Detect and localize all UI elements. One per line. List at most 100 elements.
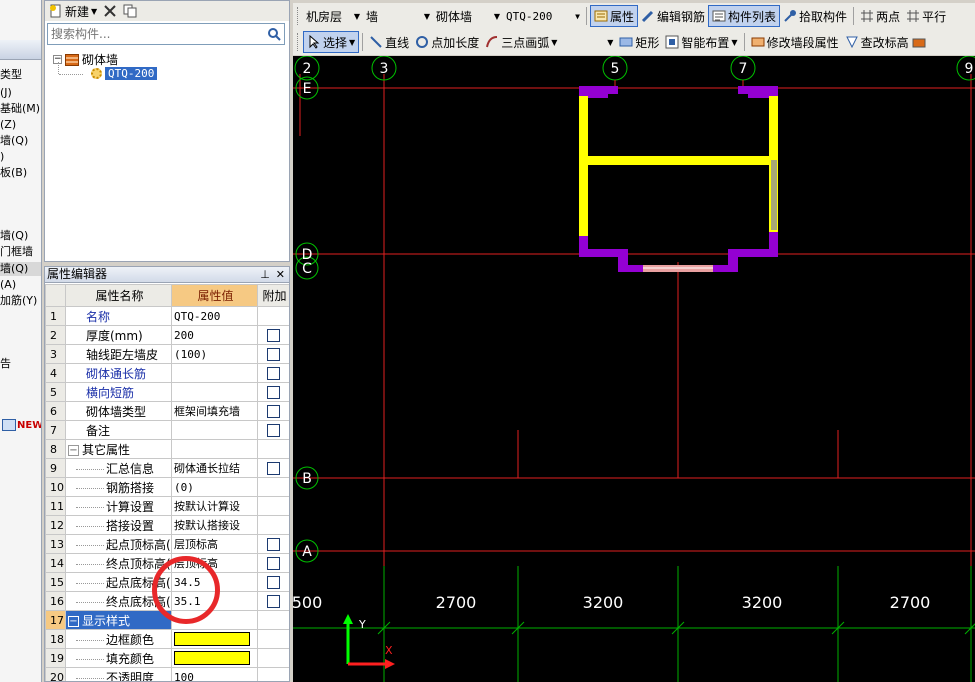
nav-item-masonry-wall[interactable]: 墙(Q) [0,262,41,276]
delete-icon[interactable] [103,4,117,18]
attach-checkbox[interactable] [267,538,280,551]
property-value[interactable]: 100 [171,667,258,681]
modify-wall-segment-button[interactable]: 修改墙段属性 [748,31,842,53]
table-row[interactable]: 20 不透明度 100 [45,667,289,681]
property-extra[interactable] [257,553,289,573]
property-value[interactable]: 按默认计算设 [171,496,258,516]
table-row[interactable]: 12 搭接设置 按默认搭接设 [45,515,289,535]
attach-checkbox[interactable] [267,367,280,380]
attach-checkbox[interactable] [267,329,280,342]
nav-item-report[interactable]: 告 [0,357,11,371]
table-row[interactable]: 19 填充颜色 [45,648,289,668]
smart-layout-button[interactable]: 智能布置 ▼ [662,31,740,53]
table-row[interactable]: 1 名称 QTQ-200 [45,306,289,326]
table-row[interactable]: 2 厚度(mm) 200 [45,325,289,345]
nav-item-j[interactable]: (J) [0,86,12,100]
two-points-button[interactable]: 两点 [857,5,903,27]
table-row[interactable]: 3 轴线距左墙皮 (100) [45,344,289,364]
border-color-swatch[interactable] [174,632,250,646]
attach-checkbox[interactable] [267,595,280,608]
property-value[interactable]: 200 [171,325,258,345]
arc-mode-select[interactable]: ▼ [560,32,616,52]
collapse-icon[interactable]: − [68,444,79,456]
table-row-selected[interactable]: 17 − 显示样式 [45,610,289,630]
nav-item-column[interactable]: (Z) [0,118,16,132]
table-row[interactable]: 7 备注 [45,420,289,440]
fill-color-swatch[interactable] [174,651,250,665]
subtype-select[interactable]: 砌体墙 ▼ [433,6,503,26]
property-value[interactable]: 砌体通长拉结 [171,458,258,478]
drawing-canvas[interactable]: 2 3 5 7 9 E D C B A 500 2700 3200 3200 2… [293,56,975,682]
floor-select[interactable]: 机房层 ▼ [303,6,363,26]
nav-item-foundation[interactable]: 基础(M) [0,102,40,116]
attach-checkbox[interactable] [267,462,280,475]
table-row[interactable]: 18 边框颜色 [45,629,289,649]
property-extra[interactable] [257,325,289,345]
tree-item-qtq-200[interactable]: QTQ-200 [91,67,158,80]
nav-item-slab[interactable]: 板(B) [0,166,27,180]
border-color-value[interactable] [171,629,258,649]
property-value[interactable]: 34.5 [171,572,258,592]
property-extra-header[interactable]: 附加 [257,284,289,307]
tree-category-masonry-wall[interactable]: − 砌体墙 [53,51,118,68]
property-extra[interactable] [257,382,289,402]
attach-checkbox[interactable] [267,557,280,570]
attach-checkbox[interactable] [267,576,280,589]
more-tools-icon[interactable] [912,35,926,49]
nav-item-wall-2[interactable]: 墙(Q) [0,229,28,243]
nav-item-a[interactable]: (A) [0,278,16,292]
select-button[interactable]: 选择 ▼ [303,31,360,53]
property-extra[interactable] [257,401,289,421]
rectangle-button[interactable]: 矩形 [616,31,662,53]
property-value[interactable] [171,363,258,383]
attach-checkbox[interactable] [267,348,280,361]
close-icon[interactable]: ✕ [276,267,285,282]
table-row[interactable]: 14 终点顶标高( 层顶标高 [45,553,289,573]
fill-color-value[interactable] [171,648,258,668]
property-value-header[interactable]: 属性值 [171,284,258,307]
table-row[interactable]: 10 钢筋搭接 (0) [45,477,289,497]
three-point-arc-button[interactable]: 三点画弧 ▼ [482,31,560,53]
pick-component-button[interactable]: 拾取构件 [780,5,850,27]
table-row[interactable]: 16 终点底标高( 35.1 [45,591,289,611]
table-row[interactable]: 6 砌体墙类型 框架间填充墙 [45,401,289,421]
table-row[interactable]: 13 起点顶标高( 层顶标高 [45,534,289,554]
property-value[interactable]: (0) [171,477,258,497]
nav-item-reinforcement[interactable]: 加筋(Y) [0,294,37,308]
table-row-group[interactable]: 8 − 其它属性 [45,439,289,459]
toolbar-grip[interactable] [297,7,300,25]
attach-checkbox[interactable] [267,386,280,399]
edit-rebar-button[interactable]: 编辑钢筋 [638,5,708,27]
property-extra[interactable] [257,363,289,383]
property-value[interactable]: QTQ-200 [171,306,258,326]
property-value[interactable]: (100) [171,344,258,364]
property-value[interactable]: 35.1 [171,591,258,611]
parallel-button[interactable]: 平行 [903,5,949,27]
property-name-header[interactable]: 属性名称 [65,284,172,307]
table-row[interactable]: 15 起点底标高( 34.5 [45,572,289,592]
table-row[interactable]: 5 横向短筋 [45,382,289,402]
component-list-button[interactable]: 构件列表 [708,5,781,27]
pin-icon[interactable]: ⊥ [260,267,270,282]
nav-item-misc[interactable]: ) [0,150,4,164]
table-row[interactable]: 9 汇总信息 砌体通长拉结 [45,458,289,478]
property-value[interactable] [171,420,258,440]
nav-item-type[interactable]: 类型 [0,68,22,82]
properties-button[interactable]: 属性 [590,5,639,27]
property-extra[interactable] [257,534,289,554]
property-extra[interactable] [257,458,289,478]
copy-icon[interactable] [123,4,137,18]
search-button[interactable] [264,24,284,44]
check-elevation-button[interactable]: 查改标高 [842,31,912,53]
property-value[interactable]: 层顶标高 [171,553,258,573]
property-extra[interactable] [257,591,289,611]
attach-checkbox[interactable] [267,424,280,437]
toolbar-grip[interactable] [297,33,300,51]
property-value[interactable] [171,382,258,402]
collapse-icon[interactable]: − [68,615,79,627]
point-length-button[interactable]: 点加长度 [412,31,482,53]
property-extra[interactable] [257,420,289,440]
line-button[interactable]: 直线 [366,31,412,53]
attach-checkbox[interactable] [267,405,280,418]
property-value[interactable]: 按默认搭接设 [171,515,258,535]
